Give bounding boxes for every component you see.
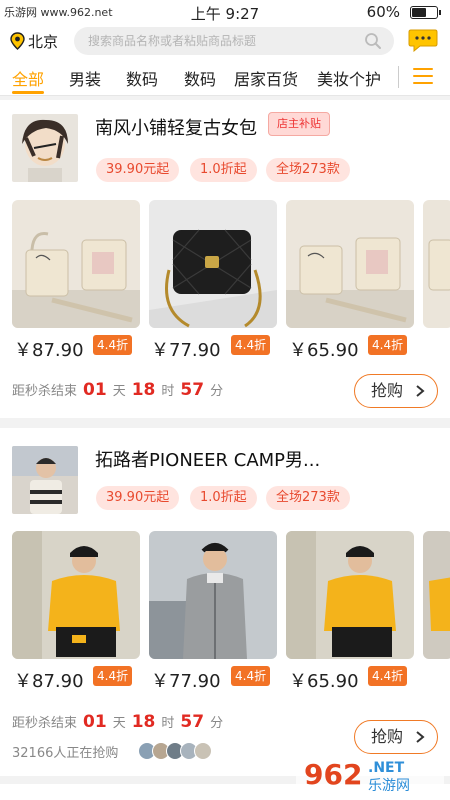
countdown-minutes: 57 — [180, 380, 205, 400]
countdown-days: 01 — [83, 380, 107, 400]
status-bar: 乐游网 www.962.net 上午 9:27 60% — [0, 0, 450, 24]
countdown-day-unit: 天 — [112, 384, 126, 399]
product-image[interactable] — [286, 531, 414, 659]
search-placeholder: 搜索商品名称或者粘贴商品标题 — [88, 34, 257, 48]
countdown-day-unit: 天 — [112, 716, 126, 731]
product-price: ￥65.90 — [289, 340, 359, 361]
countdown-label: 距秒杀结束 — [12, 716, 78, 731]
countdown-timer: 距秒杀结束 01 天 18 时 57 分 — [12, 380, 223, 400]
shop-name[interactable]: 拓路者PIONEER CAMP男... — [95, 446, 320, 472]
product-price: ￥87.90 — [14, 340, 84, 361]
product-price: ￥77.90 — [151, 671, 221, 692]
tab-menswear[interactable]: 男装 — [69, 66, 101, 90]
search-icon[interactable] — [364, 32, 382, 50]
svg-text:.NET: .NET — [368, 760, 405, 776]
countdown-timer: 距秒杀结束 01 天 18 时 57 分 — [12, 712, 223, 732]
product-price: ￥77.90 — [151, 340, 221, 361]
product-price: ￥87.90 — [14, 671, 84, 692]
countdown-hours: 18 — [131, 712, 156, 732]
tab-all[interactable]: 全部 — [12, 66, 44, 90]
product-image[interactable] — [286, 200, 414, 328]
tab-divider — [398, 66, 399, 88]
buyer-avatars — [138, 742, 218, 760]
people-buying-count: 32166人正在抢购 — [12, 746, 119, 761]
discount-from-tag: 1.0折起 — [190, 158, 257, 182]
discount-from-tag: 1.0折起 — [190, 486, 257, 510]
tab-beauty[interactable]: 美妆个护 — [317, 66, 381, 90]
chevron-right-icon — [416, 731, 425, 743]
shop-avatar — [12, 114, 78, 182]
countdown-hour-unit: 时 — [161, 384, 175, 399]
countdown-hour-unit: 时 — [161, 716, 175, 731]
grab-button[interactable]: 抢购 — [354, 374, 438, 408]
message-icon[interactable] — [408, 28, 438, 52]
discount-badge: 4.4折 — [368, 666, 408, 686]
discount-badge: 4.4折 — [93, 666, 133, 686]
discount-badge: 4.4折 — [368, 335, 408, 355]
tab-home-goods[interactable]: 居家百货 — [234, 66, 298, 90]
top-header: 北京 搜索商品名称或者粘贴商品标题 — [0, 24, 450, 58]
menu-icon[interactable] — [413, 68, 433, 86]
discount-badge: 4.4折 — [231, 666, 271, 686]
countdown-days: 01 — [83, 712, 107, 732]
countdown-minutes: 57 — [180, 712, 205, 732]
subsidy-badge: 店主补贴 — [268, 112, 330, 136]
product-price: ￥65.90 — [289, 671, 359, 692]
shop-name[interactable]: 南风小铺轻复古女包 — [95, 114, 257, 140]
product-image[interactable] — [149, 531, 277, 659]
battery-percent: 60% — [366, 3, 400, 21]
product-image[interactable] — [12, 200, 140, 328]
product-image[interactable] — [423, 531, 450, 659]
shop-avatar — [12, 446, 78, 514]
battery-icon — [410, 6, 441, 19]
discount-badge: 4.4折 — [231, 335, 271, 355]
location-selector[interactable]: 北京 — [10, 28, 58, 54]
grab-button-label: 抢购 — [371, 381, 404, 400]
svg-text:962: 962 — [304, 758, 362, 791]
item-count-tag: 全场273款 — [266, 486, 350, 510]
countdown-hours: 18 — [131, 380, 156, 400]
search-input[interactable]: 搜索商品名称或者粘贴商品标题 — [74, 27, 394, 55]
product-image[interactable] — [149, 200, 277, 328]
discount-badge: 4.4折 — [93, 335, 133, 355]
tab-digital-2[interactable]: 数码 — [184, 66, 216, 90]
avatar — [194, 742, 212, 760]
city-label: 北京 — [28, 32, 59, 51]
chevron-right-icon — [416, 385, 425, 397]
grab-button-label: 抢购 — [371, 727, 404, 746]
site-watermark-logo: 962 .NET 乐游网 — [296, 754, 444, 794]
countdown-minute-unit: 分 — [210, 384, 224, 399]
item-count-tag: 全场273款 — [266, 158, 350, 182]
tab-digital[interactable]: 数码 — [126, 66, 158, 90]
shop-card[interactable]: 南风小铺轻复古女包 店主补贴 39.90元起 1.0折起 全场273款 ￥87.… — [0, 100, 450, 418]
product-image[interactable] — [12, 531, 140, 659]
grab-button[interactable]: 抢购 — [354, 720, 438, 754]
product-image[interactable] — [423, 200, 450, 328]
price-from-tag: 39.90元起 — [96, 486, 180, 510]
countdown-minute-unit: 分 — [210, 716, 224, 731]
countdown-label: 距秒杀结束 — [12, 384, 78, 399]
location-pin-icon — [10, 32, 25, 50]
svg-text:乐游网: 乐游网 — [368, 778, 410, 794]
active-tab-indicator — [12, 91, 44, 94]
price-from-tag: 39.90元起 — [96, 158, 180, 182]
category-tabs: 全部 男装 数码 数码 居家百货 美妆个护 — [0, 58, 450, 96]
shop-card[interactable]: 拓路者PIONEER CAMP男... 39.90元起 1.0折起 全场273款 — [0, 428, 450, 776]
